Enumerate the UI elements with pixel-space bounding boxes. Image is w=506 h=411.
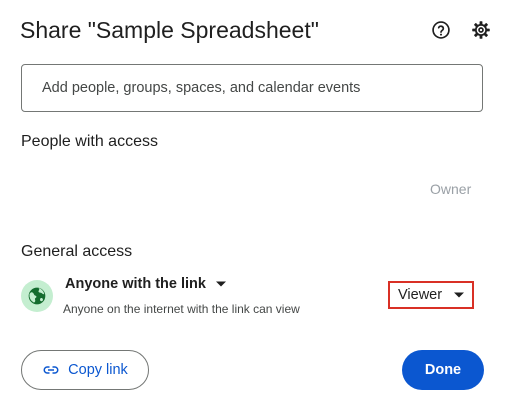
link-icon [43, 366, 59, 374]
copy-link-label: Copy link [68, 362, 128, 378]
share-dialog: Share "Sample Spreadsheet" People with [0, 0, 506, 411]
caret-down-icon [215, 281, 226, 287]
globe-avatar [21, 280, 53, 312]
access-level-label: Anyone with the link [65, 276, 206, 292]
dialog-title: Share "Sample Spreadsheet" [20, 17, 319, 43]
people-with-access-heading: People with access [21, 133, 158, 150]
settings-button[interactable] [469, 18, 493, 42]
owner-label: Owner [430, 181, 472, 197]
access-level-dropdown[interactable]: Anyone with the link [65, 276, 226, 292]
done-button[interactable]: Done [402, 350, 484, 390]
help-button[interactable] [429, 18, 453, 42]
caret-down-icon [454, 292, 464, 298]
gear-icon [472, 21, 490, 39]
general-access-heading: General access [21, 243, 133, 260]
access-description: Anyone on the internet with the link can… [63, 302, 300, 316]
add-people-input[interactable] [21, 64, 483, 112]
help-circle-icon [432, 21, 450, 39]
copy-link-button[interactable]: Copy link [21, 350, 149, 390]
role-label: Viewer [398, 287, 443, 303]
globe-icon [28, 287, 46, 305]
role-dropdown[interactable]: Viewer [388, 281, 474, 309]
